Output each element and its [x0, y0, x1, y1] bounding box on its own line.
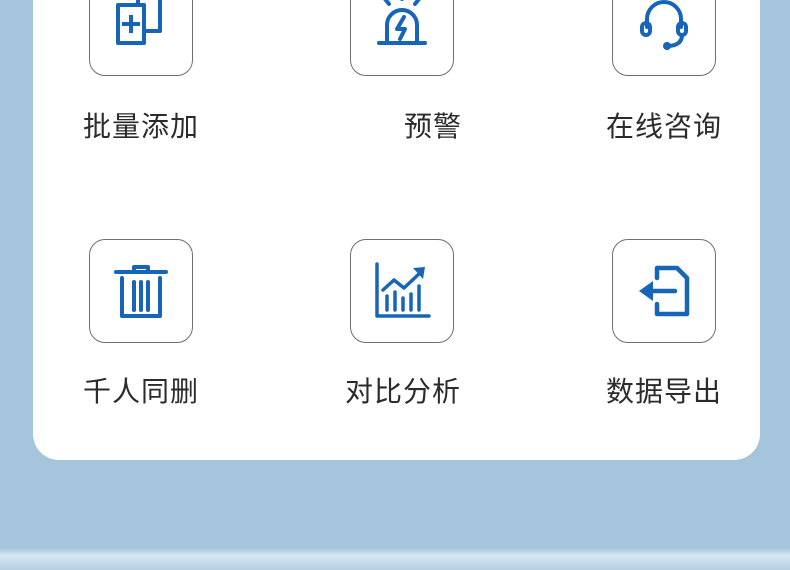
export-icon — [639, 265, 690, 317]
compare-button[interactable] — [350, 239, 454, 343]
alert-label: 预警 — [403, 110, 462, 143]
batch-add-icon — [116, 0, 162, 45]
consult-button[interactable] — [612, 0, 716, 76]
compare-label: 对比分析 — [344, 375, 461, 408]
bottom-band — [0, 548, 790, 570]
consult-label: 在线咨询 — [605, 110, 722, 143]
batch-add-button[interactable] — [89, 0, 193, 76]
export-label: 数据导出 — [605, 375, 722, 408]
feature-card: 批量添加 预警 在线咨询 千人同删 对比分析 数据导出 — [33, 0, 760, 460]
export-button[interactable] — [612, 239, 716, 343]
alert-button[interactable] — [350, 0, 454, 76]
siren-icon — [377, 0, 427, 45]
delete-button[interactable] — [89, 239, 193, 343]
delete-label: 千人同删 — [82, 375, 199, 408]
trash-icon — [114, 265, 168, 318]
headset-icon — [640, 0, 688, 50]
chart-icon — [375, 262, 431, 318]
batch-add-label: 批量添加 — [82, 110, 199, 143]
